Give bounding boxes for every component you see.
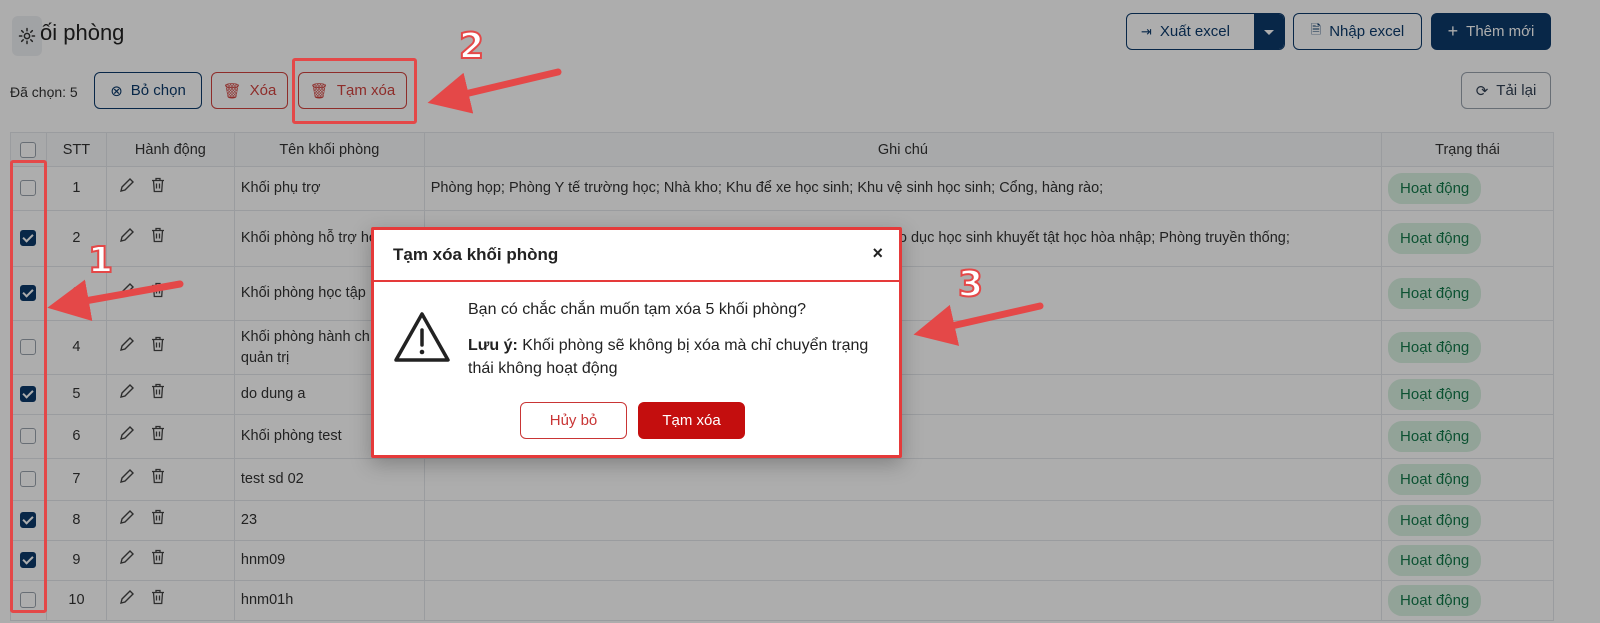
confirm-soft-delete-button[interactable]: Tạm xóa xyxy=(638,402,745,439)
cancel-button[interactable]: Hủy bỏ xyxy=(520,402,627,439)
note-text: Khối phòng sẽ không bị xóa mà chỉ chuyển… xyxy=(468,337,869,377)
annotation-box-soft-delete xyxy=(292,58,417,124)
annotation-number-2: 2 xyxy=(458,25,485,68)
modal-note: Lưu ý: Khối phòng sẽ không bị xóa mà chỉ… xyxy=(468,334,878,380)
annotation-number-1: 1 xyxy=(87,239,114,282)
warning-icon xyxy=(392,310,452,369)
note-label: Lưu ý: xyxy=(468,337,518,354)
confirm-question: Bạn có chắc chắn muốn tạm xóa 5 khối phò… xyxy=(468,301,806,318)
modal-title: Tạm xóa khối phòng xyxy=(393,245,559,264)
soft-delete-modal: Tạm xóa khối phòng × Bạn có chắc chắn mu… xyxy=(371,227,902,458)
annotation-box-checkboxes xyxy=(10,160,47,613)
annotation-number-3: 3 xyxy=(957,263,984,306)
modal-header: Tạm xóa khối phòng × xyxy=(374,230,899,282)
close-icon[interactable]: × xyxy=(872,243,883,264)
